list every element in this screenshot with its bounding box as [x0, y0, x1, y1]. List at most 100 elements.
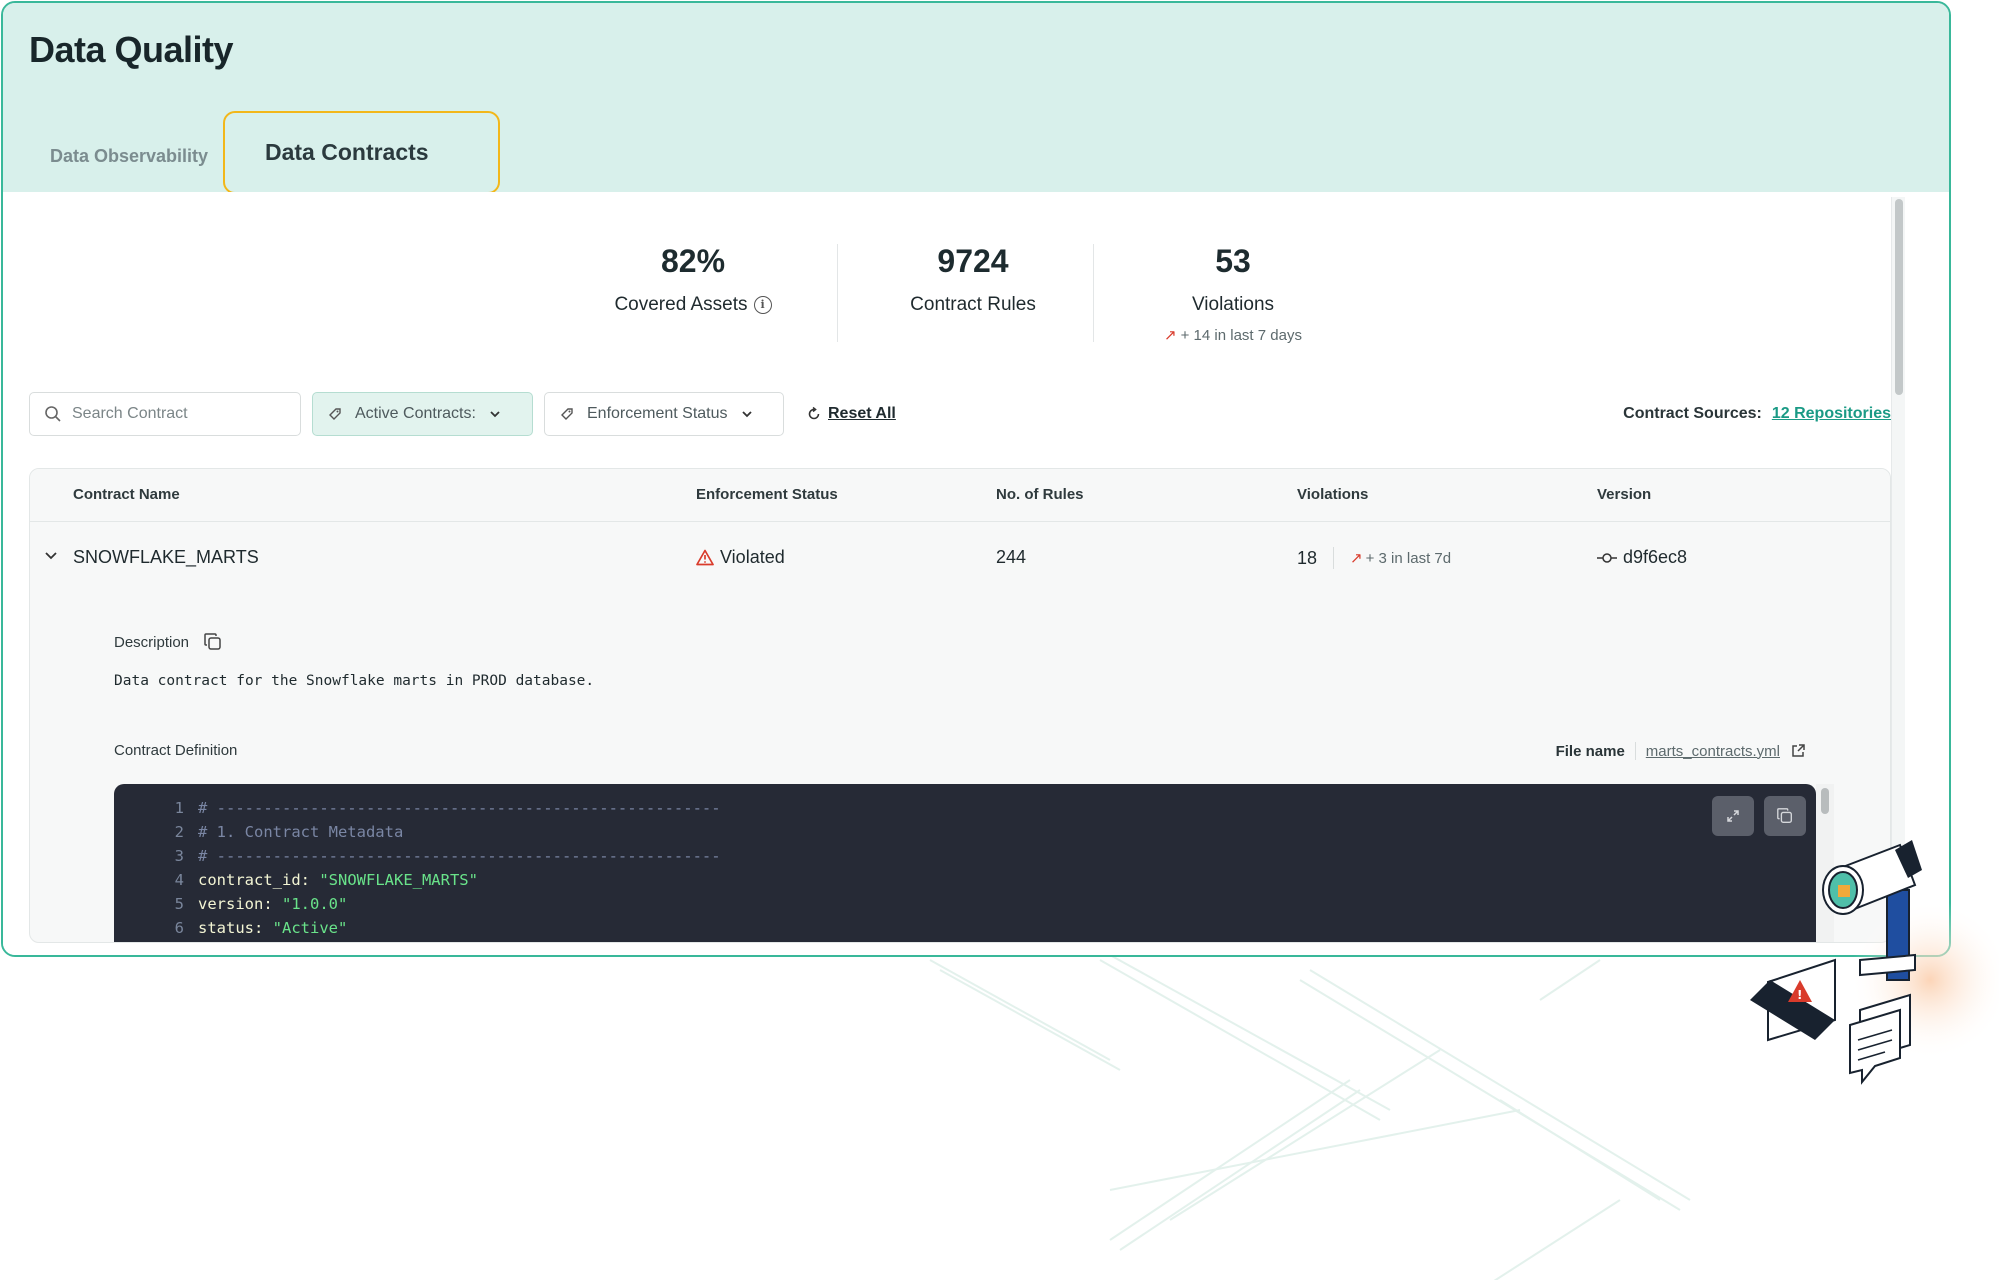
repositories-link[interactable]: 12 Repositories: [1772, 405, 1891, 423]
search-box: [29, 392, 301, 436]
code-line: 5 version: "1.0.0": [114, 895, 348, 913]
rules-count: 244: [996, 547, 1027, 567]
violations-trend: ↗ + 3 in last 7d: [1350, 549, 1452, 568]
stat-value: 53: [1215, 243, 1251, 279]
contracts-table: Contract Name Enforcement Status No. of …: [29, 468, 1891, 943]
code-block: 1 # ------------------------------------…: [114, 784, 1816, 942]
trend-up-icon: ↗: [1164, 327, 1177, 344]
table-header: Contract Name Enforcement Status No. of …: [30, 469, 1890, 522]
code-scrollbar-thumb[interactable]: [1821, 788, 1829, 814]
stat-trend: ↗ + 14 in last 7 days: [1123, 326, 1343, 345]
commit-icon: [1597, 552, 1617, 563]
violations-count: 18: [1297, 547, 1318, 568]
column-header-enforcement-status[interactable]: Enforcement Status: [696, 486, 838, 503]
violations-cell: 18 ↗ + 3 in last 7d: [1297, 547, 1451, 569]
file-name-label: File name: [1555, 742, 1625, 760]
svg-text:!: !: [1797, 988, 1802, 1002]
stat-divider: [837, 244, 838, 342]
stat-value: 9724: [937, 243, 1009, 279]
divider: [1634, 742, 1636, 760]
line-number: 6: [174, 919, 184, 937]
contract-name: SNOWFLAKE_MARTS: [73, 547, 259, 567]
code-comment: # --------------------------------------…: [198, 799, 721, 817]
contract-definition-label: Contract Definition: [114, 742, 238, 759]
column-header-violations[interactable]: Violations: [1297, 486, 1368, 503]
description-label-row: Description: [114, 632, 223, 652]
code-line: 2 # 1. Contract Metadata: [114, 823, 404, 841]
data-quality-card: Data Quality Data Observability Data Con…: [1, 1, 1951, 957]
enforcement-status-filter[interactable]: Enforcement Status: [544, 392, 784, 436]
divider: [1333, 547, 1335, 569]
file-name-link[interactable]: marts_contracts.yml: [1646, 743, 1780, 760]
stat-label-row: Covered Assets i: [588, 294, 798, 316]
code-line: 3 # ------------------------------------…: [114, 847, 721, 865]
code-key: version:: [198, 895, 273, 913]
code-string: "1.0.0": [282, 895, 348, 913]
stat-violations: 53 Violations ↗ + 14 in last 7 days: [1123, 243, 1343, 344]
stat-label: Covered Assets: [614, 294, 748, 315]
trend-up-icon: ↗: [1350, 550, 1363, 567]
warning-card-icon: !: [1750, 958, 1836, 1042]
code-line: 4 contract_id: "SNOWFLAKE_MARTS": [114, 871, 478, 889]
contract-sources: Contract Sources: 12 Repositories: [1623, 405, 1891, 423]
column-header-rules[interactable]: No. of Rules: [996, 486, 1084, 503]
description-label: Description: [114, 633, 190, 651]
info-icon[interactable]: i: [753, 296, 772, 314]
search-icon: [45, 406, 61, 422]
alert-illustration: !: [1750, 840, 1999, 1085]
stat-covered-assets: 82% Covered Assets i: [588, 243, 798, 316]
version-hash: d9f6ec8: [1623, 547, 1688, 567]
contract-sources-label: Contract Sources:: [1623, 405, 1762, 422]
stat-value: 82%: [660, 243, 726, 279]
stat-contract-rules: 9724 Contract Rules: [873, 243, 1073, 316]
code-key: contract_id:: [198, 871, 310, 889]
code-comment: # 1. Contract Metadata: [198, 823, 404, 841]
warning-icon: [696, 549, 714, 566]
version-cell: d9f6ec8: [1597, 547, 1687, 568]
page-scrollbar-thumb[interactable]: [1895, 199, 1903, 395]
search-input[interactable]: [72, 405, 282, 423]
reset-all-label: Reset All: [828, 405, 896, 422]
chevron-down-icon: [490, 411, 500, 418]
description-text: Data contract for the Snowflake marts in…: [114, 673, 595, 689]
reset-all-button[interactable]: Reset All: [806, 405, 896, 423]
tab-data-contracts[interactable]: Data Contracts: [223, 111, 500, 194]
table-row[interactable]: SNOWFLAKE_MARTS Violated 244 18 ↗ + 3 in…: [30, 523, 1890, 591]
megaphone-icon: [1822, 840, 1922, 981]
code-string: "Active": [272, 919, 348, 937]
active-contracts-filter[interactable]: Active Contracts:: [312, 392, 533, 436]
tag-icon: [329, 408, 341, 420]
chevron-down-icon: [741, 411, 752, 418]
copy-icon[interactable]: [203, 632, 223, 652]
enforcement-status: Violated: [696, 547, 785, 568]
status-text: Violated: [720, 547, 785, 567]
column-header-contract-name[interactable]: Contract Name: [73, 486, 180, 503]
file-name-row: File name marts_contracts.yml: [1556, 742, 1806, 760]
tag-icon: [561, 408, 573, 420]
external-link-icon[interactable]: [1790, 743, 1806, 759]
code-key: status:: [198, 919, 264, 937]
reset-icon: [808, 406, 820, 420]
violations-trend-text: + 3 in last 7d: [1365, 549, 1452, 567]
page-title: Data Quality: [29, 29, 234, 70]
stat-label: Contract Rules: [910, 294, 1036, 315]
stat-divider: [1093, 244, 1094, 342]
code-line: 6 status: "Active": [114, 919, 348, 937]
line-number: 5: [174, 895, 184, 913]
line-number: 1: [174, 799, 184, 817]
column-header-version[interactable]: Version: [1597, 486, 1651, 503]
filter-label: Enforcement Status: [587, 405, 728, 422]
line-number: 2: [174, 823, 184, 841]
tab-data-observability[interactable]: Data Observability: [50, 146, 208, 167]
copy-icon: [1777, 808, 1792, 823]
line-number: 3: [174, 847, 184, 865]
code-string: "SNOWFLAKE_MARTS": [319, 871, 478, 889]
stat-trend-text: + 14 in last 7 days: [1180, 326, 1302, 344]
expand-chevron-icon[interactable]: [42, 547, 60, 565]
expand-icon: [1727, 810, 1739, 822]
header-area: Data Quality Data Observability Data Con…: [3, 3, 1949, 194]
filter-label: Active Contracts:: [355, 405, 476, 422]
line-number: 4: [174, 871, 184, 889]
code-comment: # --------------------------------------…: [198, 847, 721, 865]
code-line: 1 # ------------------------------------…: [114, 799, 721, 817]
